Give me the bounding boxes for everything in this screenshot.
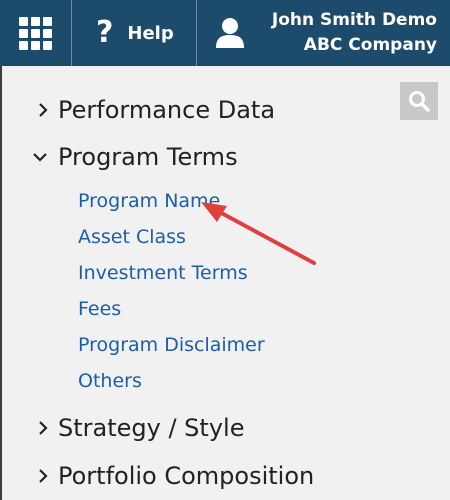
link-program-disclaimer[interactable]: Program Disclaimer [78,334,265,356]
user-menu[interactable]: John Smith Demo ABC Company [197,0,450,66]
user-name: John Smith Demo [271,10,437,30]
search-button[interactable] [400,82,438,120]
link-program-name[interactable]: Program Name [78,190,220,212]
link-fees[interactable]: Fees [78,298,121,320]
question-mark-icon: ? [96,15,114,50]
section-label: Performance Data [58,96,276,124]
section-strategy-style[interactable]: Strategy / Style [2,410,244,446]
chevron-right-icon [39,421,48,435]
section-label: Strategy / Style [58,414,245,442]
link-asset-class[interactable]: Asset Class [78,226,186,248]
section-performance-data[interactable]: Performance Data [2,92,275,128]
top-bar: ? Help John Smith Demo ABC Company [0,0,450,66]
section-label: Program Terms [58,143,238,171]
user-icon [216,18,244,48]
apps-grid-icon [19,16,52,50]
help-button[interactable]: ? Help [72,0,197,66]
section-label: Portfolio Composition [58,462,315,490]
side-panel: Performance Data Program Terms Program N… [0,66,450,500]
search-icon [409,91,430,112]
section-program-terms[interactable]: Program Terms [2,139,238,175]
help-label: Help [127,22,174,44]
link-investment-terms[interactable]: Investment Terms [78,262,248,284]
chevron-down-icon [33,153,47,162]
section-portfolio-composition[interactable]: Portfolio Composition [2,458,314,494]
link-others[interactable]: Others [78,370,142,392]
company-name: ABC Company [303,35,437,55]
chevron-right-icon [39,469,48,483]
user-info: John Smith Demo ABC Company [272,8,450,58]
chevron-right-icon [39,103,48,117]
apps-button[interactable] [0,0,72,66]
